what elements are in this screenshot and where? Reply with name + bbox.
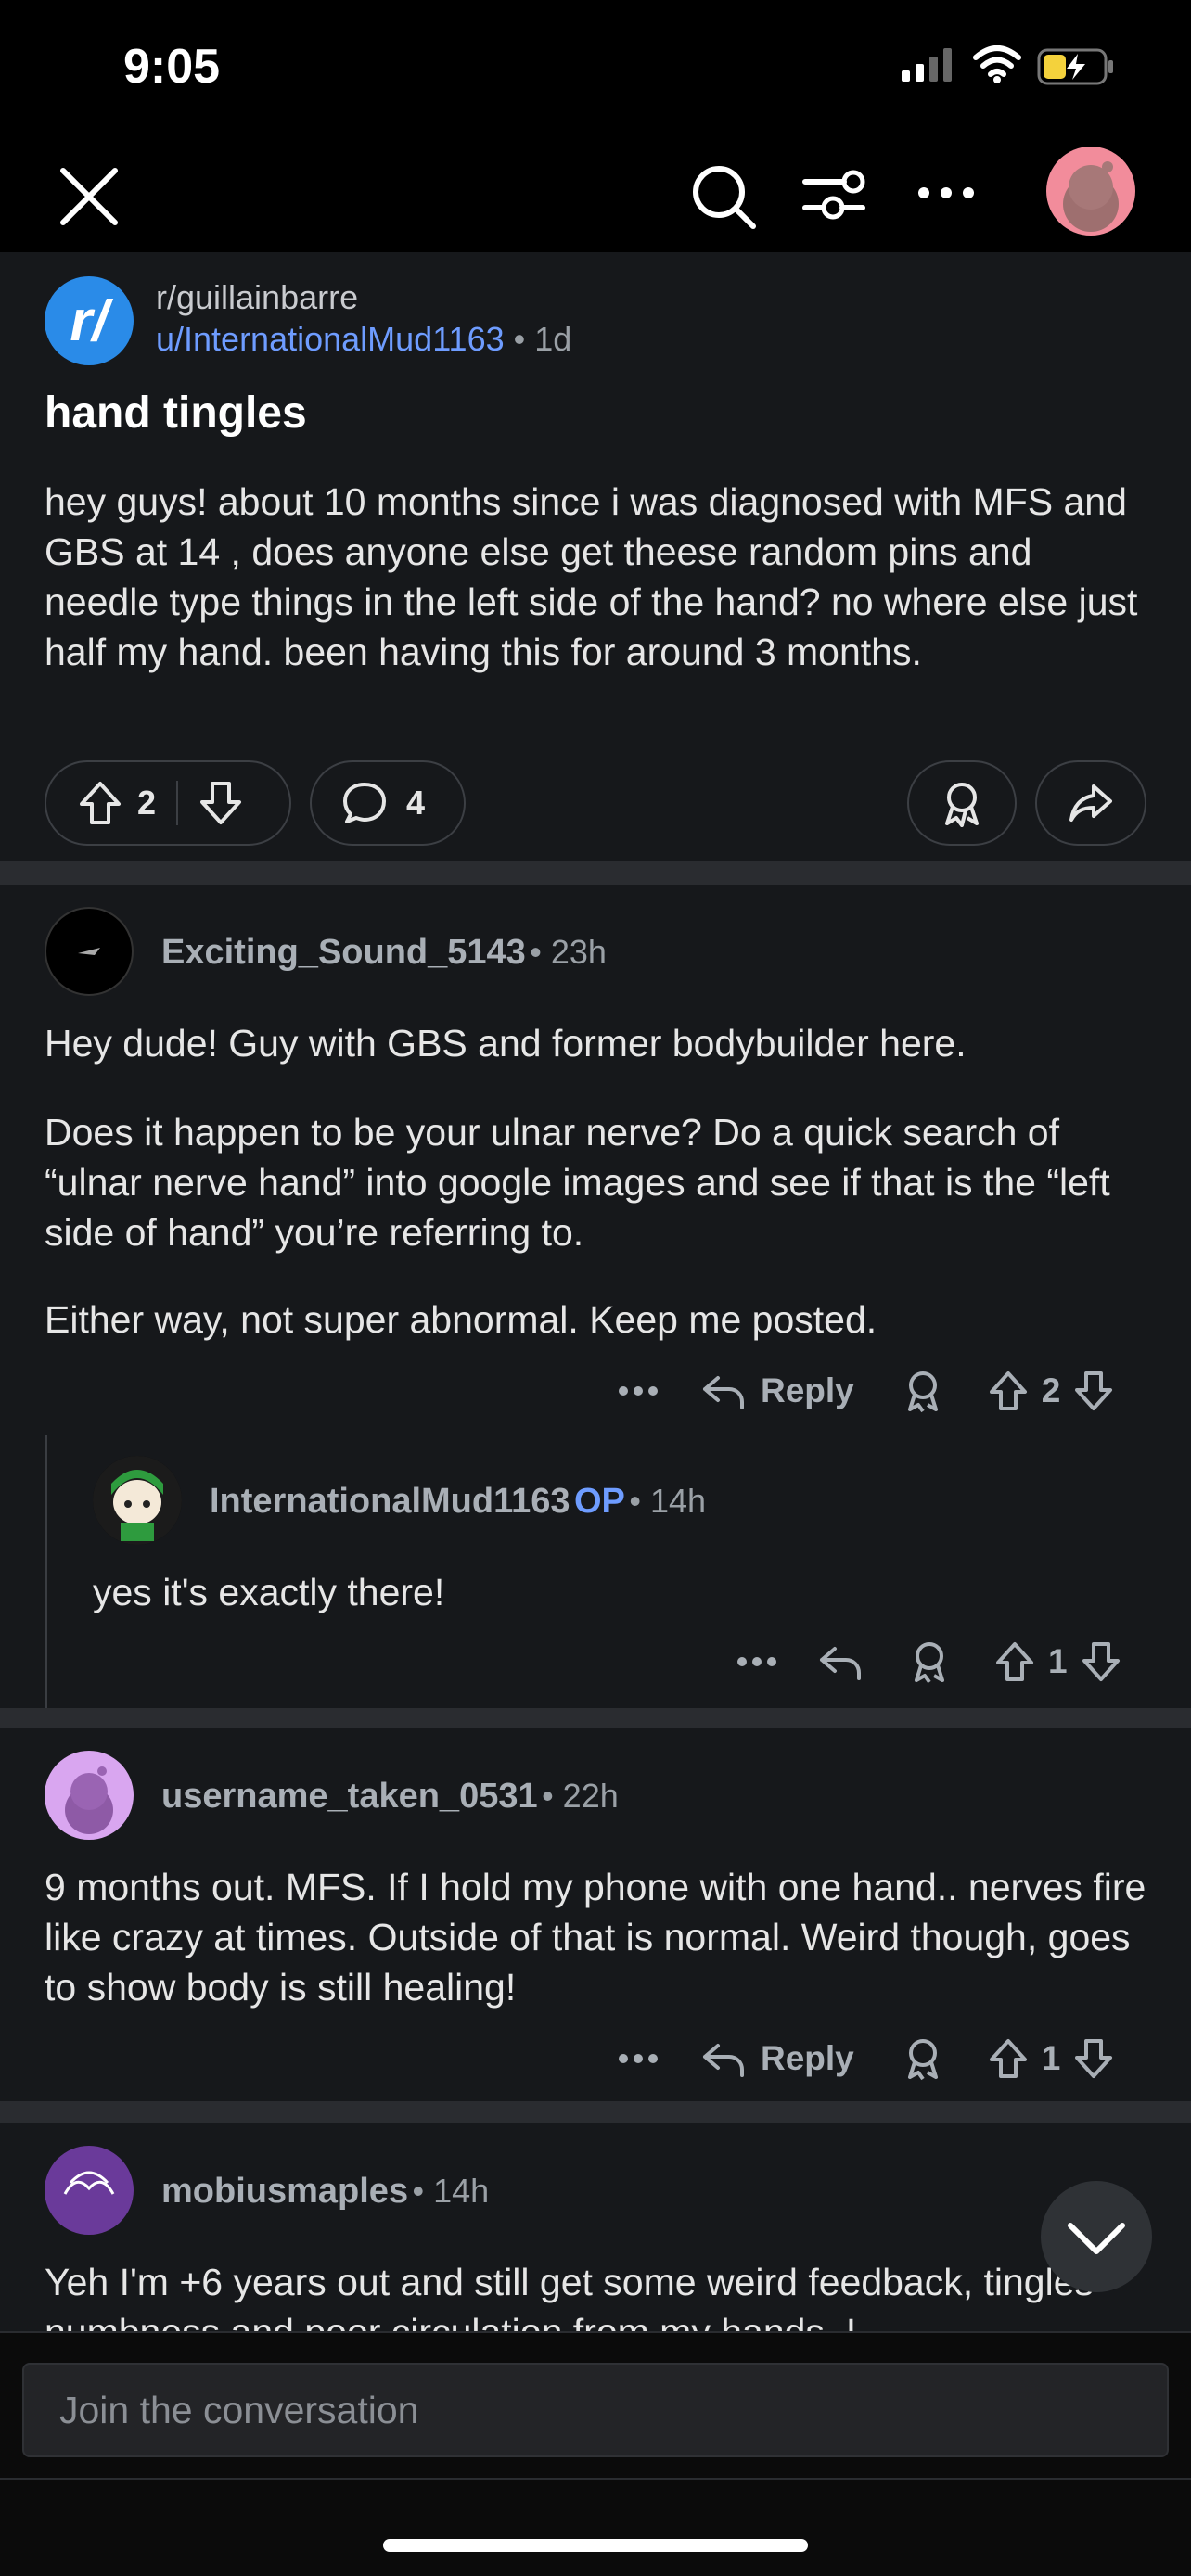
reply-label: Reply [761, 1371, 854, 1409]
post-age: 1d [534, 320, 572, 358]
award-icon[interactable] [903, 1369, 943, 1413]
comment-author[interactable]: InternationalMud1163 [210, 1482, 570, 1521]
user-avatar[interactable] [1046, 147, 1135, 236]
reply-icon[interactable] [818, 1643, 863, 1680]
upvote-icon[interactable] [988, 2037, 1029, 2080]
award-icon [940, 779, 984, 827]
post-body: hey guys! about 10 months since i was di… [45, 480, 1138, 673]
comment-header: mobiusmaples • 14h [161, 2172, 490, 2211]
commenter-avatar[interactable] [45, 2146, 134, 2235]
comment-icon [341, 781, 388, 825]
divider [0, 2478, 1191, 2480]
award-icon[interactable] [903, 2036, 943, 2081]
vote-pill: 2 [45, 760, 291, 846]
reply-icon [701, 1372, 746, 1409]
comment-actions: Reply 2 [618, 1365, 1114, 1417]
comment-text: yes it's exactly there! [93, 1571, 445, 1613]
reply-button[interactable]: Reply [701, 2039, 854, 2078]
award-button[interactable] [907, 760, 1017, 846]
subreddit-icon[interactable]: r/ [45, 276, 134, 365]
more-options-icon[interactable] [618, 2053, 659, 2064]
commenter-avatar[interactable] [45, 1751, 134, 1840]
comment-score: 2 [1041, 1371, 1061, 1409]
comment-author[interactable]: Exciting_Sound_5143 [161, 933, 526, 972]
comment-author[interactable]: username_taken_0531 [161, 1777, 538, 1816]
downvote-icon[interactable] [198, 780, 243, 826]
status-bar: 9:05 [0, 0, 1191, 139]
top-nav [0, 139, 1191, 252]
comment-text: 9 months out. MFS. If I hold my phone wi… [45, 1866, 1146, 2009]
close-icon[interactable] [56, 163, 122, 230]
section-divider [0, 861, 1191, 885]
battery-icon [1037, 48, 1117, 85]
upvote-icon[interactable] [994, 1640, 1035, 1683]
subreddit-name[interactable]: r/guillainbarre [156, 278, 358, 317]
op-badge: OP [574, 1482, 625, 1521]
search-icon[interactable] [688, 161, 759, 232]
downvote-icon[interactable] [1081, 1640, 1121, 1683]
commenter-avatar[interactable] [93, 1456, 182, 1545]
downvote-icon[interactable] [1073, 1370, 1114, 1412]
comment-header: Exciting_Sound_5143 • 23h [161, 933, 607, 972]
share-icon [1068, 783, 1114, 823]
comment-paragraph: Does it happen to be your ulnar nerve? D… [45, 1111, 1110, 1254]
commenter-avatar[interactable] [45, 907, 134, 996]
comment-paragraph: Hey dude! Guy with GBS and former bodybu… [45, 1022, 967, 1065]
thread-line [45, 1435, 47, 1708]
comments-button[interactable]: 4 [310, 760, 466, 846]
vote-divider [176, 781, 179, 825]
post-score: 2 [137, 784, 157, 822]
comment-header: username_taken_0531 • 22h [161, 1777, 619, 1816]
reply-button[interactable]: Reply [701, 1371, 854, 1410]
home-indicator[interactable] [383, 2539, 808, 2552]
reply-label: Reply [761, 2039, 854, 2077]
post-author-line: u/InternationalMud1163 • 1d [156, 320, 572, 358]
comment-score: 1 [1041, 2039, 1061, 2077]
more-options-icon[interactable] [736, 1656, 777, 1667]
scroll-down-button[interactable] [1041, 2181, 1152, 2292]
more-options-icon[interactable] [618, 1385, 659, 1396]
award-icon[interactable] [909, 1639, 950, 1684]
more-options-icon[interactable] [916, 185, 976, 200]
comment-paragraph: Either way, not super abnormal. Keep me … [45, 1298, 877, 1341]
comment-header: InternationalMud1163 OP • 14h [210, 1482, 707, 1521]
downvote-icon[interactable] [1073, 2037, 1114, 2080]
upvote-icon[interactable] [78, 780, 122, 826]
comment-age: 14h [433, 2172, 490, 2210]
comment-age: 14h [649, 1482, 707, 1520]
reply-icon [701, 2040, 746, 2077]
comment-score: 1 [1048, 1642, 1068, 1680]
comment-clip: Yeh I'm +6 years out and still get some … [45, 2257, 1148, 2333]
filter-icon[interactable] [801, 165, 866, 224]
post-title: hand tingles [45, 389, 307, 438]
comment-input[interactable]: Join the conversation [22, 2363, 1169, 2457]
section-divider [0, 2101, 1191, 2123]
comment-text: Yeh I'm +6 years out and still get some … [45, 2261, 1095, 2333]
section-divider [0, 1708, 1191, 1728]
wifi-icon [972, 45, 1022, 83]
post-author[interactable]: u/InternationalMud1163 [156, 320, 505, 358]
clock: 9:05 [123, 40, 221, 94]
comment-age: 23h [550, 933, 607, 971]
signal-icon [902, 48, 957, 82]
upvote-icon[interactable] [988, 1370, 1029, 1412]
comment-input-placeholder: Join the conversation [59, 2389, 419, 2431]
comment-count: 4 [406, 784, 426, 822]
comment-actions: 1 [736, 1636, 1121, 1688]
share-button[interactable] [1035, 760, 1146, 846]
comment-age: 22h [562, 1777, 619, 1815]
comment-actions: Reply 1 [618, 2033, 1114, 2085]
comment-author[interactable]: mobiusmaples [161, 2172, 408, 2211]
